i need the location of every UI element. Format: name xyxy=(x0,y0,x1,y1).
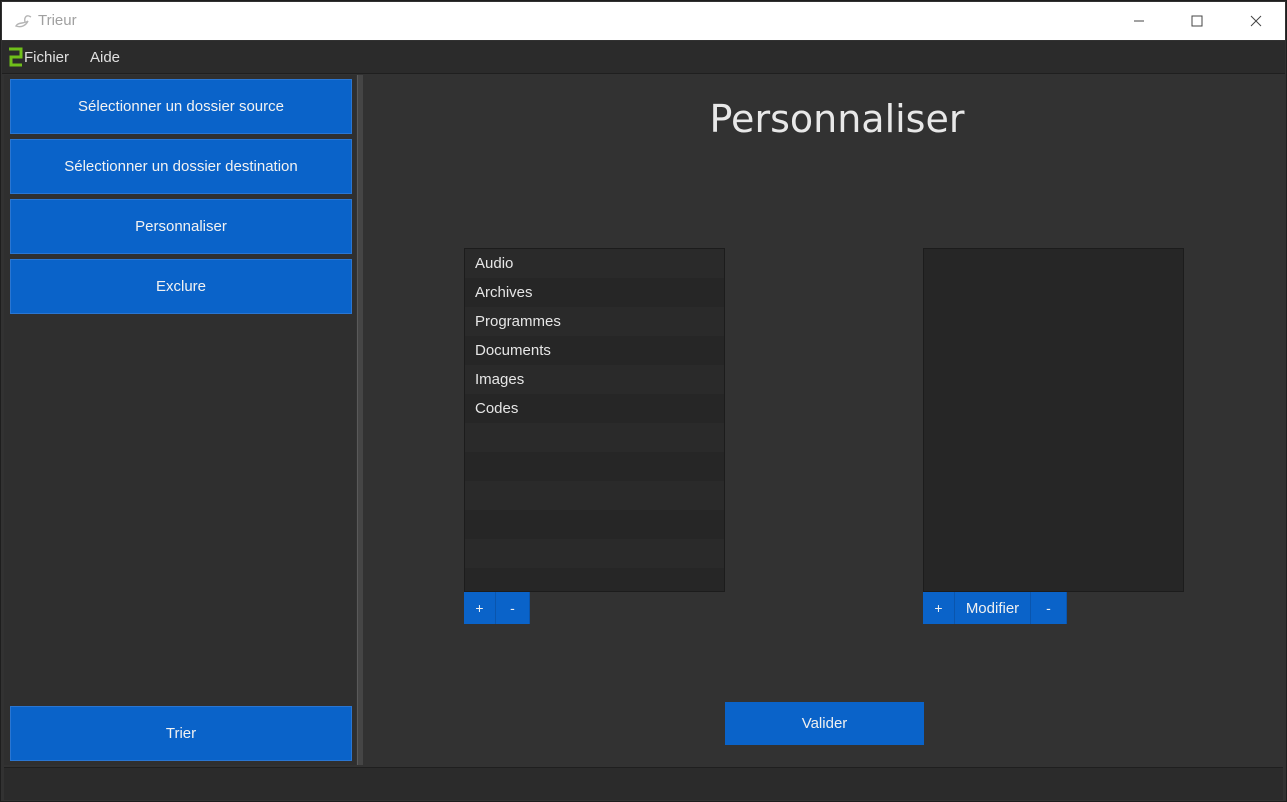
page-title: Personnaliser xyxy=(709,97,965,141)
sidebar: Sélectionner un dossier source Sélection… xyxy=(4,75,356,765)
add-extension-button[interactable]: + xyxy=(923,592,955,624)
sort-button[interactable]: Trier xyxy=(10,706,352,761)
list-item[interactable]: Images xyxy=(465,365,724,394)
empty-list-row xyxy=(465,481,724,510)
empty-list-row xyxy=(465,539,724,568)
close-button[interactable] xyxy=(1227,2,1285,40)
empty-list-row xyxy=(465,568,724,591)
customize-button[interactable]: Personnaliser xyxy=(10,199,352,254)
edit-extension-button[interactable]: Modifier xyxy=(955,592,1031,624)
category-list[interactable]: Audio Archives Programmes Documents Imag… xyxy=(464,248,725,592)
title-bar[interactable]: Trieur xyxy=(2,2,1285,40)
panel-splitter[interactable] xyxy=(357,75,363,765)
select-destination-folder-button[interactable]: Sélectionner un dossier destination xyxy=(10,139,352,194)
window-title: Trieur xyxy=(38,12,77,29)
menu-fichier[interactable]: Fichier xyxy=(24,49,69,66)
list-item[interactable]: Documents xyxy=(465,336,724,365)
validate-button[interactable]: Valider xyxy=(725,702,924,745)
status-bar xyxy=(4,767,1283,800)
menu-bar: Fichier Aide xyxy=(2,41,1285,74)
remove-category-button[interactable]: - xyxy=(496,592,530,624)
empty-list-row xyxy=(465,452,724,481)
list-item[interactable]: Codes xyxy=(465,394,724,423)
add-category-button[interactable]: + xyxy=(464,592,496,624)
empty-list-row xyxy=(465,423,724,452)
list-item[interactable]: Programmes xyxy=(465,307,724,336)
list-item[interactable]: Archives xyxy=(465,278,724,307)
main-panel: Personnaliser Audio Archives Programmes … xyxy=(364,75,1284,765)
swan-app-icon xyxy=(15,15,32,28)
empty-list-row xyxy=(465,510,724,539)
app-window: Trieur Fichier Aide Sélectionner un doss… xyxy=(0,0,1287,802)
app-logo-icon xyxy=(9,47,23,67)
maximize-button[interactable] xyxy=(1168,2,1226,40)
list-item[interactable]: Audio xyxy=(465,249,724,278)
remove-extension-button[interactable]: - xyxy=(1031,592,1067,624)
close-icon xyxy=(1250,15,1262,27)
minimize-button[interactable] xyxy=(1110,2,1168,40)
extension-list[interactable] xyxy=(923,248,1184,592)
menu-aide[interactable]: Aide xyxy=(90,49,120,66)
exclude-button[interactable]: Exclure xyxy=(10,259,352,314)
select-source-folder-button[interactable]: Sélectionner un dossier source xyxy=(10,79,352,134)
maximize-icon xyxy=(1191,15,1203,27)
minimize-icon xyxy=(1134,20,1144,22)
